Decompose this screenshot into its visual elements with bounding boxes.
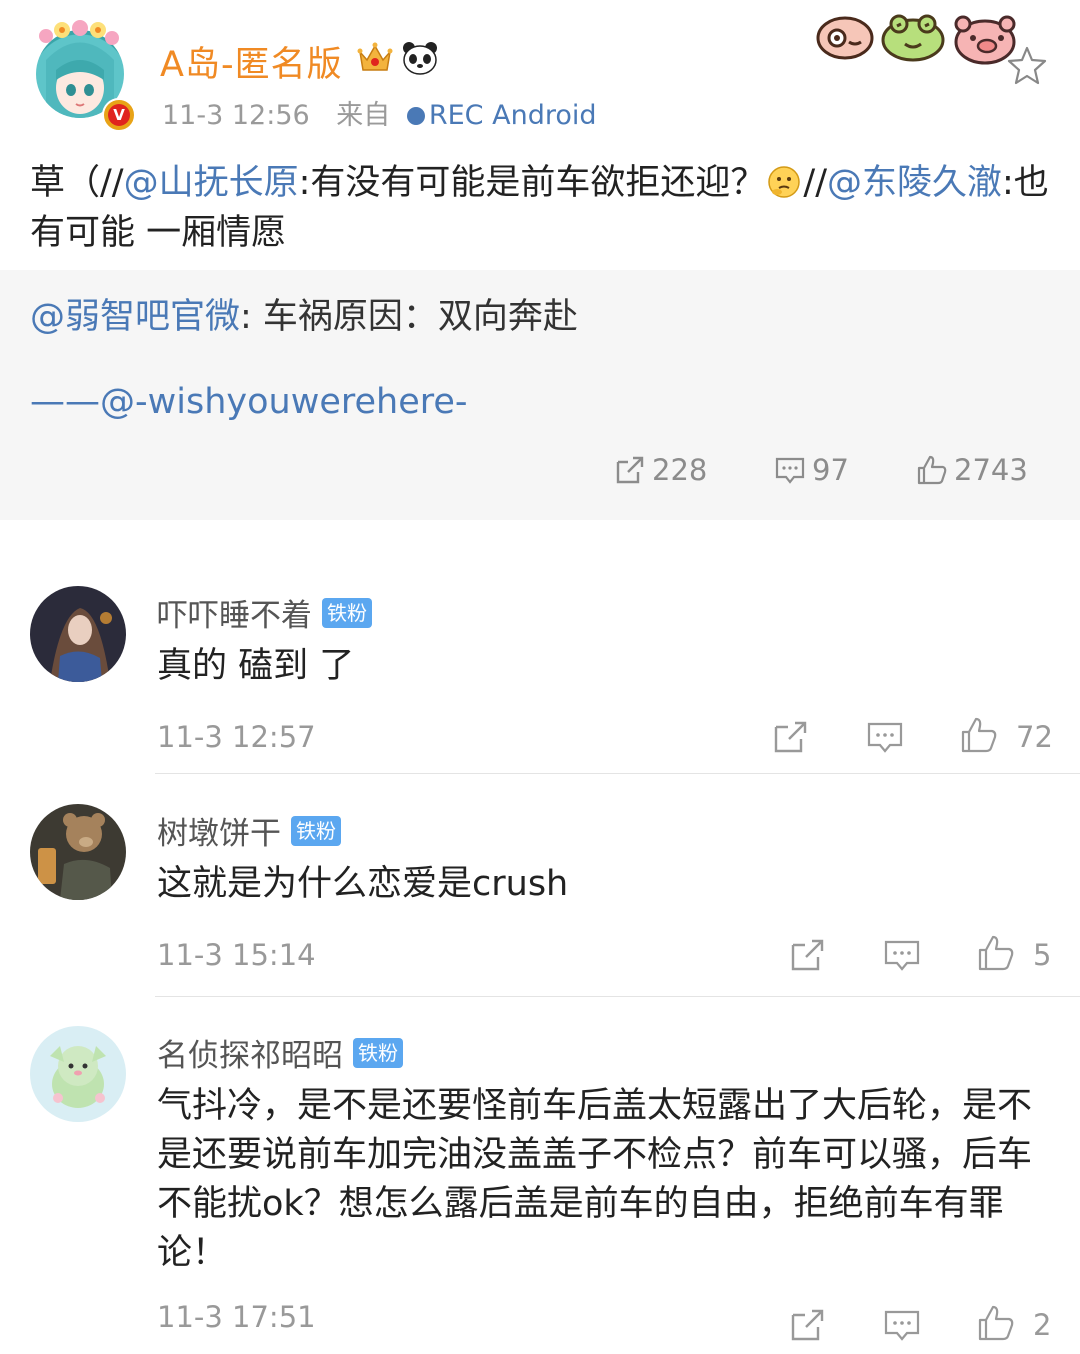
thumbs-up-icon[interactable] — [960, 716, 998, 754]
weibo-post-page: V A岛-匿名版 11-3 12:56 来自 REC Android 草（//@… — [0, 0, 1080, 1354]
share-icon[interactable] — [789, 1306, 827, 1344]
commenter-name-row: 名侦探祁昭昭 铁粉 — [157, 1030, 403, 1075]
mention-link[interactable]: @山抚长原 — [124, 163, 299, 203]
repost-text: @弱智吧官微: 车祸原因：双向奔赴 — [30, 288, 578, 339]
author-avatar[interactable]: V — [32, 20, 136, 132]
repost-comment-button[interactable]: 97 — [774, 448, 849, 492]
fan-badge: 铁粉 — [291, 815, 341, 846]
comment-text: 气抖冷，是不是还要怪前车后盖太短露出了大后轮，是不是还要说前车加完油没盖盖子不检… — [157, 1086, 1033, 1273]
mention-link[interactable]: @东陵久澈 — [827, 163, 1002, 203]
post-time: 11-3 12:56 — [162, 100, 310, 131]
post-text: 草（//@山抚长原:有没有可能是前车欲拒还迎？ //@东陵久澈:也有可能 一厢情… — [30, 158, 1050, 258]
repost-share-button[interactable]: 228 — [614, 448, 707, 492]
author-name[interactable]: A岛-匿名版 — [160, 36, 343, 87]
like-count: 5 — [1033, 938, 1052, 972]
post-header: V A岛-匿名版 11-3 12:56 来自 REC Android — [0, 0, 1080, 145]
fan-badge: 铁粉 — [322, 597, 372, 628]
repost-share-count: 228 — [652, 453, 708, 487]
commenter-name[interactable]: 名侦探祁昭昭 — [157, 1030, 343, 1075]
post-text-part: 草（// — [30, 163, 124, 203]
fan-badge: 铁粉 — [353, 1037, 403, 1068]
repost-body: : 车祸原因：双向奔赴 — [240, 297, 578, 337]
post-meta: 11-3 12:56 来自 REC Android — [162, 93, 597, 132]
comment-icon — [775, 457, 805, 484]
comment-divider — [155, 773, 1080, 774]
source-dot-icon — [406, 107, 425, 125]
panda-icon — [403, 42, 437, 75]
commenter-name[interactable]: 树墩饼干 — [157, 808, 281, 853]
post-source[interactable]: REC Android — [429, 100, 597, 131]
source-prefix: 来自 — [336, 100, 391, 131]
like-count: 72 — [1016, 720, 1053, 754]
commenter-avatar[interactable] — [30, 804, 126, 900]
thumbs-up-icon[interactable] — [977, 934, 1015, 972]
commenter-avatar[interactable] — [30, 586, 126, 682]
commenter-name-row: 吓吓睡不着 铁粉 — [157, 590, 372, 635]
repost-credit[interactable]: ——@-wishyouwerehere- — [30, 382, 468, 422]
comment-time: 11-3 15:14 — [157, 938, 316, 972]
repost-actions: 228 97 2743 — [0, 448, 1080, 492]
post-text-part: :有没有可能是前车欲拒还迎？ — [298, 163, 766, 203]
commenter-name[interactable]: 吓吓睡不着 — [157, 590, 312, 635]
post-text-part: // — [803, 163, 827, 203]
comment-text: 这就是为什么恋爱是crush — [157, 864, 569, 904]
repost-like-count: 2743 — [954, 453, 1028, 487]
comment-text: 真的 磕到 了 — [157, 646, 355, 686]
commenter-name-row: 树墩饼干 铁粉 — [157, 808, 341, 853]
repost-comment-count: 97 — [812, 453, 849, 487]
star-icon[interactable] — [1006, 44, 1048, 86]
comment-time: 11-3 17:51 — [157, 1300, 316, 1334]
repost-mention-link[interactable]: @弱智吧官微 — [30, 297, 240, 337]
comment-icon[interactable] — [866, 718, 904, 756]
comment-icon[interactable] — [883, 936, 921, 974]
share-icon[interactable] — [789, 936, 827, 974]
repost-box[interactable]: @弱智吧官微: 车祸原因：双向奔赴 ——@-wishyouwerehere- 2… — [0, 270, 1080, 520]
repost-like-button[interactable]: 2743 — [916, 448, 1028, 492]
share-icon — [616, 456, 644, 484]
commenter-avatar[interactable] — [30, 1026, 126, 1122]
thumbs-up-icon — [917, 455, 947, 485]
comment-icon[interactable] — [883, 1306, 921, 1344]
thumbs-up-icon[interactable] — [977, 1304, 1015, 1342]
share-icon[interactable] — [772, 718, 810, 756]
like-count: 2 — [1033, 1308, 1052, 1342]
crown-icon — [357, 42, 393, 71]
comment-divider — [155, 996, 1080, 997]
think-emoji — [768, 166, 801, 198]
comment-time: 11-3 12:57 — [157, 720, 316, 754]
verified-badge: V — [102, 98, 136, 132]
